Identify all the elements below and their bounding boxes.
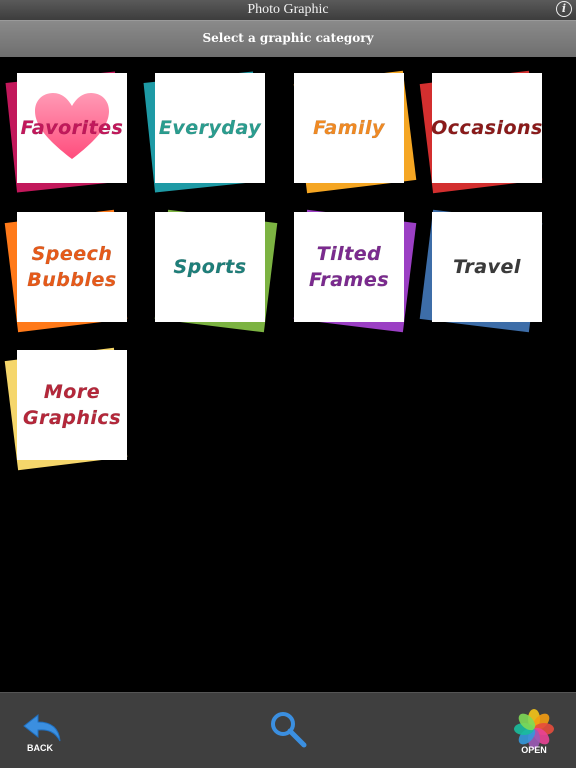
- bottom-toolbar: BACK OPEN: [0, 692, 576, 768]
- tile-front-card: Speech Bubbles: [17, 212, 127, 322]
- category-label: Tilted Frames: [309, 241, 389, 293]
- instruction-text: Select a graphic category: [202, 31, 374, 45]
- category-label: Everyday: [159, 115, 261, 141]
- back-arrow-icon: [23, 713, 61, 742]
- tile-front-card: More Graphics: [17, 350, 127, 460]
- tile-front-card: Favorites: [17, 73, 127, 183]
- title-bar: Photo Graphic i: [0, 0, 576, 20]
- category-tile-travel[interactable]: Travel: [419, 209, 543, 333]
- category-tile-tilted-frames[interactable]: Tilted Frames: [293, 209, 417, 333]
- category-label: Family: [313, 115, 385, 141]
- category-label-line: Family: [313, 117, 385, 139]
- category-label-line: Sports: [173, 256, 247, 278]
- category-label: Favorites: [20, 115, 124, 141]
- category-label-line: Bubbles: [27, 269, 117, 291]
- info-icon[interactable]: i: [556, 1, 572, 17]
- instruction-bar: Select a graphic category: [0, 20, 576, 57]
- category-label-line: More: [43, 381, 101, 403]
- category-label-line: Favorites: [20, 117, 124, 139]
- category-grid: Favorites Everyday Family Occasions Speech Bu…: [0, 57, 576, 692]
- category-label: Speech Bubbles: [27, 241, 116, 293]
- open-button[interactable]: OPEN: [510, 709, 558, 757]
- category-label-line: Frames: [308, 269, 390, 291]
- tile-front-card: Family: [294, 73, 404, 183]
- back-label: BACK: [27, 743, 53, 753]
- open-label: OPEN: [521, 745, 547, 755]
- photos-flower-icon: [514, 709, 554, 749]
- tile-front-card: Tilted Frames: [294, 212, 404, 322]
- category-label: More Graphics: [23, 379, 121, 431]
- magnifier-icon: [271, 712, 307, 748]
- category-tile-more-graphics[interactable]: More Graphics: [4, 347, 128, 471]
- category-label-line: Everyday: [158, 117, 262, 139]
- tile-front-card: Travel: [432, 212, 542, 322]
- category-label-line: Speech: [31, 243, 113, 265]
- category-tile-everyday[interactable]: Everyday: [143, 71, 265, 193]
- category-label: Occasions: [431, 115, 543, 141]
- category-tile-favorites[interactable]: Favorites: [5, 71, 127, 193]
- category-label-line: Occasions: [431, 117, 543, 139]
- category-tile-sports[interactable]: Sports: [154, 209, 278, 333]
- search-button[interactable]: [266, 709, 310, 753]
- category-tile-family[interactable]: Family: [293, 70, 417, 194]
- category-label: Travel: [453, 254, 521, 280]
- category-label-line: Graphics: [23, 407, 121, 429]
- app-title: Photo Graphic: [247, 2, 329, 17]
- tile-front-card: Everyday: [155, 73, 265, 183]
- back-button[interactable]: BACK: [20, 709, 80, 755]
- tile-front-card: Sports: [155, 212, 265, 322]
- category-label: Sports: [173, 254, 246, 280]
- category-label-line: Travel: [453, 256, 521, 278]
- category-tile-speech-bubbles[interactable]: Speech Bubbles: [4, 209, 128, 333]
- category-tile-occasions[interactable]: Occasions: [419, 70, 543, 194]
- category-label-line: Tilted: [316, 243, 382, 265]
- tile-front-card: Occasions: [431, 73, 543, 183]
